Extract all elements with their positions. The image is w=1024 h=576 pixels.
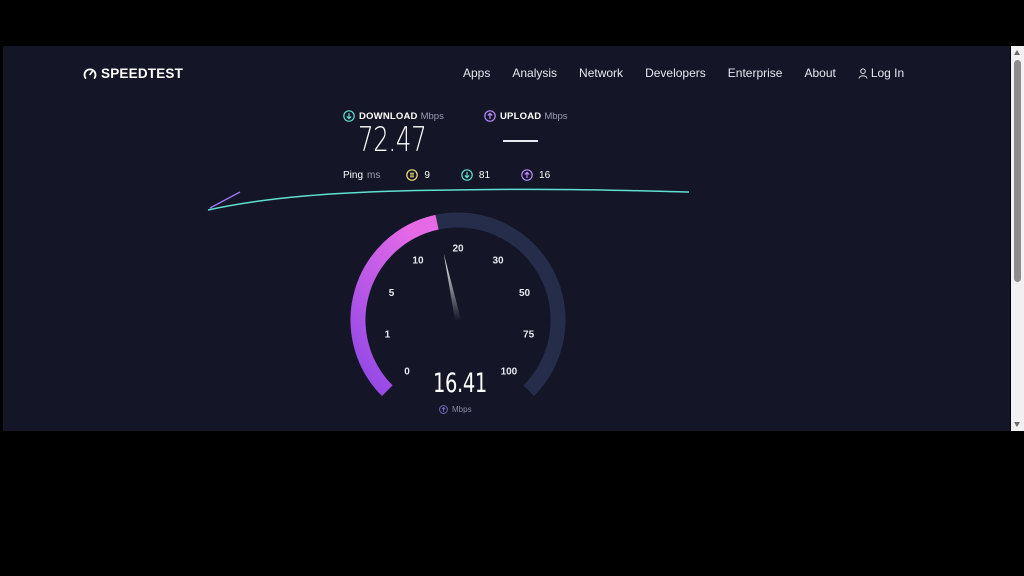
gauge-current-speed: 16.41 [433,368,487,399]
upload-indicator-icon [439,405,448,414]
gauge-tick-label: 20 [452,244,464,255]
scroll-down-arrow-icon[interactable] [1014,422,1020,427]
gauge-unit: Mbps [439,405,472,414]
gauge-tick-label: 30 [492,256,504,267]
scrollbar-thumb[interactable] [1014,60,1021,282]
gauge-progress-arc [350,214,439,397]
gauge-tick-label: 1 [385,330,391,341]
gauge-tick-label: 10 [412,256,424,267]
gauge-tick-label: 75 [523,330,535,341]
gauge-unit-label: Mbps [452,405,472,414]
scroll-up-arrow-icon[interactable] [1014,50,1020,55]
gauge-tick-label: 100 [501,366,518,377]
gauge-needle [443,253,461,321]
gauge-tick-label: 0 [404,366,410,377]
gauge-tick-label: 5 [389,288,395,299]
speed-gauge: 0 1 5 10 20 30 50 75 100 [350,212,566,397]
page-scrollbar[interactable] [1011,46,1024,431]
speedtest-page: SPEEDTEST Apps Analysis Network Develope… [3,46,1010,431]
gauge-tick-label: 50 [519,288,531,299]
